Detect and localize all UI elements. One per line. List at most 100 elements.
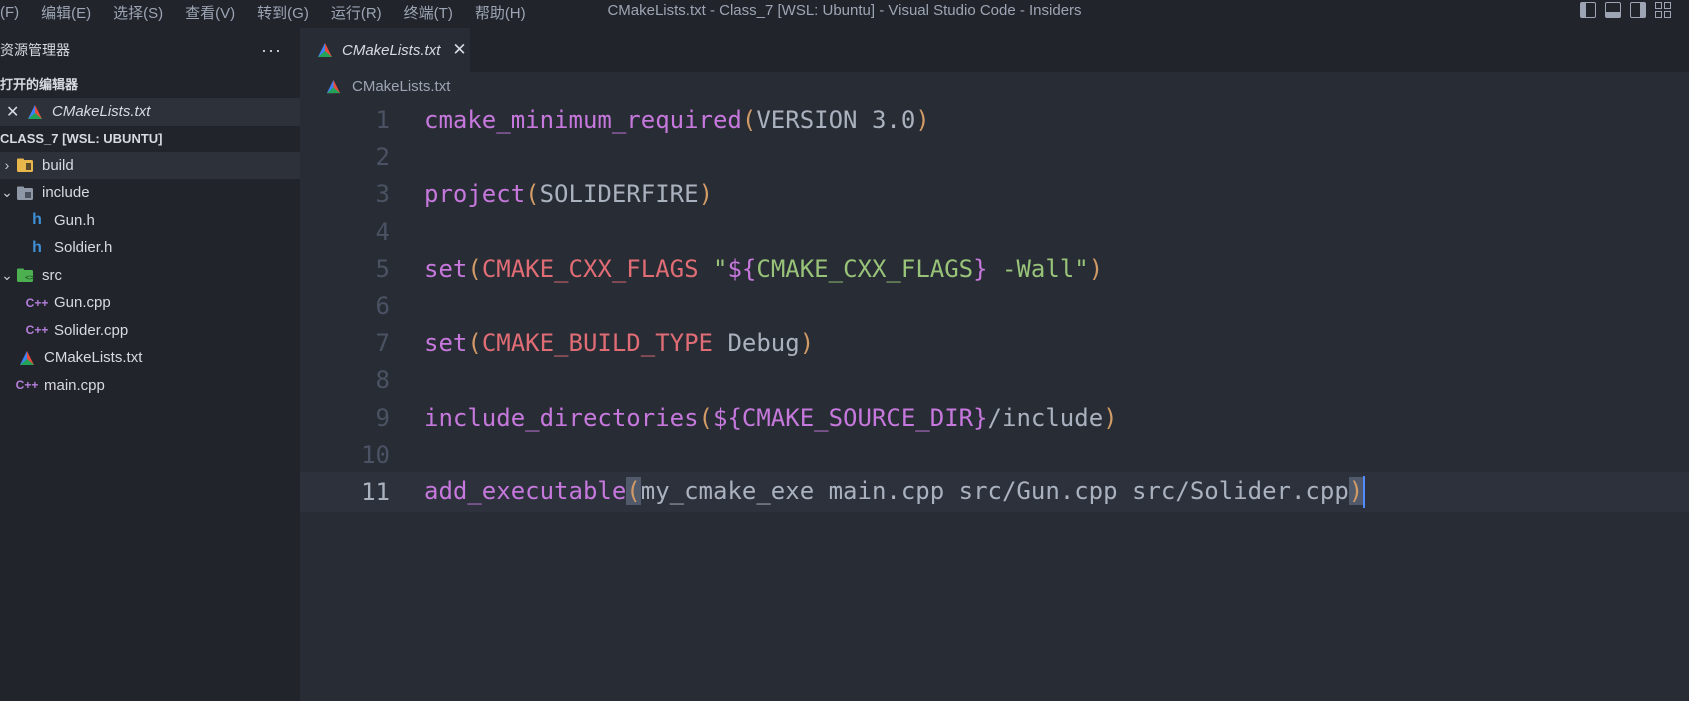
- code-token: ): [1103, 403, 1118, 432]
- text-cursor: [1363, 476, 1366, 508]
- tree-file-solider-cpp[interactable]: C++ Solider.cpp: [0, 317, 300, 345]
- menu-bar: (F) 编辑(E) 选择(S) 查看(V) 转到(G) 运行(R) 终端(T) …: [0, 0, 548, 24]
- menu-go[interactable]: 转到(G): [257, 2, 309, 23]
- menu-view[interactable]: 查看(V): [185, 2, 235, 23]
- tree-file-gun-cpp[interactable]: C++ Gun.cpp: [0, 289, 300, 317]
- tree-file-gun-h[interactable]: h Gun.h: [0, 207, 300, 235]
- code-token: ): [1348, 477, 1364, 505]
- menu-run[interactable]: 运行(R): [331, 2, 382, 23]
- folder-src-icon: <>: [14, 267, 36, 283]
- cmake-icon: [314, 42, 336, 58]
- code-token: (: [626, 477, 641, 505]
- customize-layout-icon[interactable]: [1655, 2, 1671, 18]
- breadcrumb-file[interactable]: CMakeLists.txt: [352, 78, 450, 95]
- cpp-file-icon: C++: [15, 378, 39, 393]
- code-token: ${CMAKE_SOURCE_DIR}: [713, 403, 988, 432]
- code-token: cmake_minimum_required: [424, 106, 742, 134]
- code-line[interactable]: 11 add_executable(my_cmake_exe main.cpp s…: [300, 472, 1689, 512]
- toggle-primary-sidebar-icon[interactable]: [1580, 2, 1596, 18]
- line-number: 11: [361, 478, 390, 506]
- code-token: }: [973, 254, 988, 283]
- cpp-file-icon: C++: [25, 295, 49, 310]
- code-token: (: [525, 180, 540, 209]
- menu-help[interactable]: 帮助(H): [475, 2, 526, 23]
- code-text: cmake_minimum_required(VERSION 3.0): [424, 106, 930, 134]
- open-editors-section[interactable]: 打开的编辑器: [0, 72, 300, 98]
- open-editor-item[interactable]: ✕ CMakeLists.txt: [0, 98, 300, 126]
- line-number: 7: [375, 329, 390, 358]
- code-editor[interactable]: 1 cmake_minimum_required(VERSION 3.0) 2 3 pr…: [300, 100, 1689, 701]
- code-token: ): [915, 106, 930, 134]
- code-line[interactable]: 4: [300, 212, 1689, 252]
- more-actions-icon[interactable]: ···: [261, 40, 282, 61]
- line-number: 3: [375, 180, 390, 209]
- chevron-down-icon: ⌄: [1, 266, 13, 283]
- line-number: 8: [375, 366, 390, 395]
- close-icon[interactable]: ✕: [452, 40, 466, 60]
- close-icon[interactable]: ✕: [6, 102, 24, 122]
- code-line[interactable]: 7 set(CMAKE_BUILD_TYPE Debug): [300, 323, 1689, 363]
- cmake-icon: [322, 79, 344, 94]
- menu-file[interactable]: (F): [0, 4, 19, 21]
- code-text: project(SOLIDERFIRE): [424, 180, 713, 208]
- code-token: (: [698, 403, 713, 432]
- tab-label: CMakeLists.txt: [342, 41, 441, 59]
- chevron-down-icon: ⌄: [1, 184, 13, 201]
- folder-build-icon: [14, 157, 36, 173]
- code-line[interactable]: 8: [300, 360, 1689, 400]
- cmake-icon: [16, 350, 38, 366]
- code-token: set: [424, 254, 468, 283]
- code-token: CMAKE_BUILD_TYPE: [481, 329, 713, 358]
- workspace-section[interactable]: CLASS_7 [WSL: UBUNTU]: [0, 126, 300, 152]
- line-number: 6: [375, 292, 390, 320]
- code-line[interactable]: 2: [300, 137, 1689, 177]
- tab-cmakelists[interactable]: CMakeLists.txt ✕: [300, 28, 470, 72]
- code-token: ): [1088, 254, 1104, 283]
- code-token: ): [698, 180, 714, 209]
- code-token: CMAKE_CXX_FLAGS: [481, 254, 699, 283]
- code-token: -Wall: [987, 254, 1075, 283]
- folder-include-icon: [14, 185, 36, 201]
- tree-label: Soldier.h: [54, 239, 113, 257]
- svg-text:<>: <>: [25, 273, 34, 282]
- code-line[interactable]: 6: [300, 286, 1689, 326]
- code-token: ${: [727, 254, 757, 283]
- code-text: add_executable(my_cmake_exe main.cpp src…: [424, 476, 1366, 508]
- code-token: SOLIDERFIRE: [539, 180, 699, 209]
- tree-folder-include[interactable]: ⌄ include: [0, 179, 300, 207]
- code-line[interactable]: 5 set(CMAKE_CXX_FLAGS "${CMAKE_CXX_FLAGS}…: [300, 249, 1689, 289]
- tree-file-soldier-h[interactable]: h Soldier.h: [0, 234, 300, 262]
- code-line[interactable]: 1 cmake_minimum_required(VERSION 3.0): [300, 100, 1689, 140]
- menu-edit[interactable]: 编辑(E): [41, 2, 91, 23]
- code-token: CMAKE_CXX_FLAGS: [756, 254, 974, 283]
- tree-folder-build[interactable]: › build: [0, 151, 300, 179]
- code-line[interactable]: 10: [300, 435, 1689, 475]
- line-number: 10: [361, 440, 390, 469]
- tree-label: include: [42, 184, 90, 202]
- open-editor-label: CMakeLists.txt: [52, 103, 151, 121]
- toggle-secondary-sidebar-icon[interactable]: [1630, 2, 1646, 18]
- tree-label: main.cpp: [44, 376, 105, 394]
- title-bar: (F) 编辑(E) 选择(S) 查看(V) 转到(G) 运行(R) 终端(T) …: [0, 0, 1689, 28]
- explorer-sidebar: 资源管理器 ··· 打开的编辑器 ✕ CMakeLists.txt CLASS_…: [0, 28, 300, 701]
- code-token: Debug: [713, 329, 800, 358]
- chevron-right-icon: ›: [4, 157, 10, 174]
- tree-file-main-cpp[interactable]: C++ main.cpp: [0, 372, 300, 400]
- tree-folder-src[interactable]: ⌄ <> src: [0, 262, 300, 290]
- code-line[interactable]: 9 include_directories(${CMAKE_SOURCE_DIR}…: [300, 398, 1689, 438]
- code-token: ): [799, 329, 815, 358]
- code-token: set: [424, 329, 468, 358]
- menu-terminal[interactable]: 终端(T): [404, 2, 453, 23]
- layout-controls: [1580, 2, 1671, 18]
- breadcrumb: CMakeLists.txt: [300, 72, 1689, 100]
- code-token: my_cmake_exe main.cpp src/Gun.cpp src/So…: [640, 477, 1349, 505]
- menu-selection[interactable]: 选择(S): [113, 2, 163, 23]
- explorer-header: 资源管理器 ···: [0, 28, 300, 72]
- toggle-panel-icon[interactable]: [1605, 2, 1621, 18]
- code-line[interactable]: 3 project(SOLIDERFIRE): [300, 174, 1689, 214]
- tree-file-cmakelists[interactable]: CMakeLists.txt: [0, 344, 300, 372]
- code-token: (: [741, 106, 757, 134]
- tree-label: build: [42, 156, 74, 174]
- code-token: VERSION 3.0: [756, 106, 916, 134]
- header-file-icon: h: [32, 238, 42, 256]
